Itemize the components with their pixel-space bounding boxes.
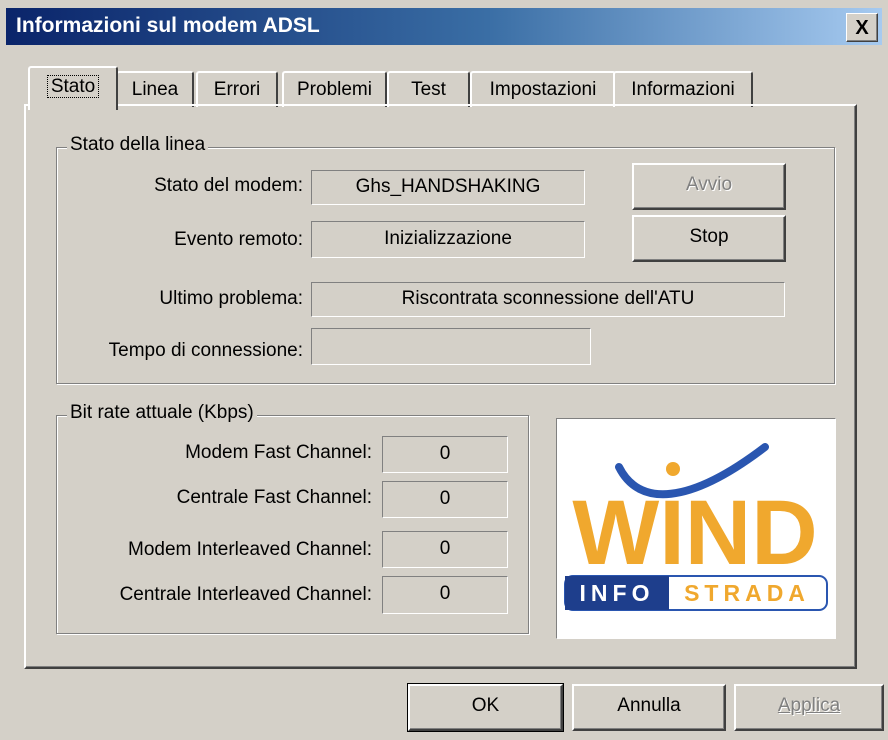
tab-errori[interactable]: Errori (196, 71, 278, 107)
start-button-label: Avvio (685, 174, 733, 195)
bitrate-value-field: 0 (382, 481, 508, 518)
tab-test[interactable]: Test (387, 71, 470, 107)
bitrate-row-label: Modem Fast Channel: (185, 442, 372, 463)
line-status-group-label: Stato della linea (67, 134, 209, 156)
wind-infostrada-logo: WIND INFO STRADA (556, 418, 836, 639)
bitrate-group-label: Bit rate attuale (Kbps) (67, 402, 257, 424)
tab-impostazioni[interactable]: Impostazioni (470, 71, 616, 107)
tab-label: Linea (131, 79, 179, 100)
title-bar: Informazioni sul modem ADSL X (0, 0, 888, 48)
modem-state-field: Ghs_HANDSHAKING (311, 170, 585, 205)
remote-event-label: Evento remoto: (174, 229, 303, 250)
tab-label: Stato (46, 75, 100, 98)
logo-word: WIND (572, 482, 817, 584)
bitrate-row-label: Centrale Fast Channel: (176, 487, 372, 508)
cancel-button[interactable]: Annulla (572, 684, 726, 731)
ok-button-label: OK (471, 695, 500, 716)
tab-label: Errori (213, 79, 261, 100)
modem-state-label: Stato del modem: (154, 175, 303, 196)
tab-label: Test (411, 79, 446, 100)
tab-stato[interactable]: Stato (28, 66, 118, 110)
tab-label: Problemi (297, 79, 372, 100)
wind-logo-graphic: WIND INFO STRADA (564, 443, 828, 611)
connection-time-label: Tempo di connessione: (108, 340, 303, 361)
logo-sub-left: INFO (580, 580, 655, 606)
bitrate-value: 0 (439, 583, 451, 604)
window-title: Informazioni sul modem ADSL (16, 14, 320, 37)
logo-dot (666, 462, 680, 476)
remote-event-value: Inizializzazione (384, 228, 512, 249)
last-problem-value: Riscontrata sconnessione dell'ATU (401, 288, 695, 309)
remote-event-field: Inizializzazione (311, 221, 585, 258)
stop-button-label: Stop (689, 226, 729, 247)
last-problem-label: Ultimo problema: (159, 288, 303, 309)
logo-sub-right: STRADA (684, 580, 810, 606)
tab-label: Impostazioni (489, 79, 597, 100)
tab-linea[interactable]: Linea (116, 71, 194, 107)
close-icon: X (855, 16, 869, 39)
tab-label: Informazioni (631, 79, 735, 100)
close-button[interactable]: X (846, 13, 878, 42)
bitrate-value: 0 (439, 443, 451, 464)
start-button[interactable]: Avvio (632, 163, 786, 210)
bitrate-value: 0 (439, 538, 451, 559)
bitrate-row-label: Centrale Interleaved Channel: (119, 584, 372, 605)
bitrate-value-field: 0 (382, 531, 508, 568)
stop-button[interactable]: Stop (632, 215, 786, 262)
last-problem-field: Riscontrata sconnessione dell'ATU (311, 282, 785, 317)
bitrate-value: 0 (439, 488, 451, 509)
modem-state-value: Ghs_HANDSHAKING (355, 176, 541, 197)
apply-button-label: Applica (777, 695, 841, 716)
apply-button[interactable]: Applica (734, 684, 884, 731)
connection-time-field (311, 328, 591, 365)
ok-button[interactable]: OK (407, 683, 564, 732)
tab-problemi[interactable]: Problemi (282, 71, 387, 107)
bitrate-value-field: 0 (382, 436, 508, 473)
bitrate-value-field: 0 (382, 576, 508, 614)
title-bar-fill: Informazioni sul modem ADSL X (6, 8, 882, 45)
tab-informazioni[interactable]: Informazioni (613, 71, 753, 107)
cancel-button-label: Annulla (617, 695, 681, 716)
bitrate-row-label: Modem Interleaved Channel: (128, 539, 372, 560)
